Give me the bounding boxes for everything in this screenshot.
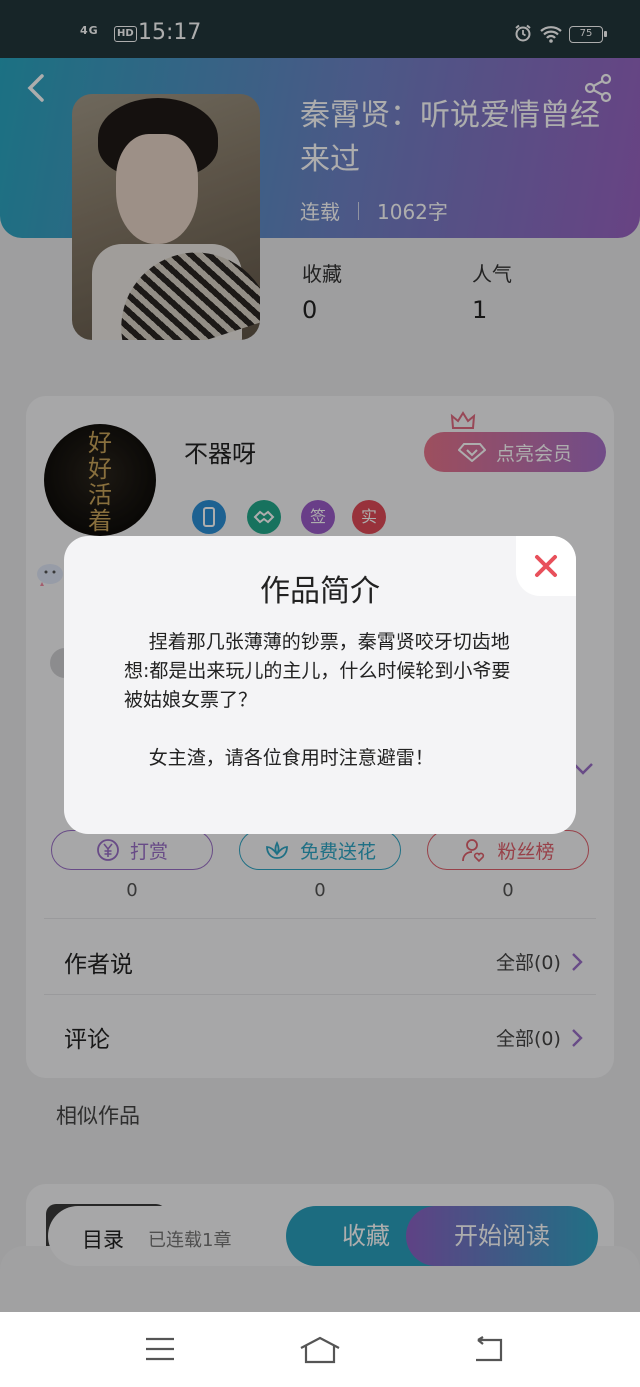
content-warning: 女主渣，请各位食用时注意避雷！ bbox=[148, 747, 434, 769]
menu-icon[interactable] bbox=[144, 1336, 176, 1362]
home-icon[interactable] bbox=[298, 1336, 342, 1364]
dialog-body: 捏着那几张薄薄的钞票，秦霄贤咬牙切齿地想:都是出来玩儿的主儿，什么时候轮到小爷要… bbox=[124, 628, 516, 773]
dialog-title: 作品简介 bbox=[260, 574, 380, 609]
system-navigation-bar bbox=[0, 1312, 640, 1387]
back-icon[interactable] bbox=[470, 1336, 504, 1364]
synopsis-paragraph: 捏着那几张薄薄的钞票，秦霄贤咬牙切齿地想:都是出来玩儿的主儿，什么时候轮到小爷要… bbox=[124, 631, 511, 711]
